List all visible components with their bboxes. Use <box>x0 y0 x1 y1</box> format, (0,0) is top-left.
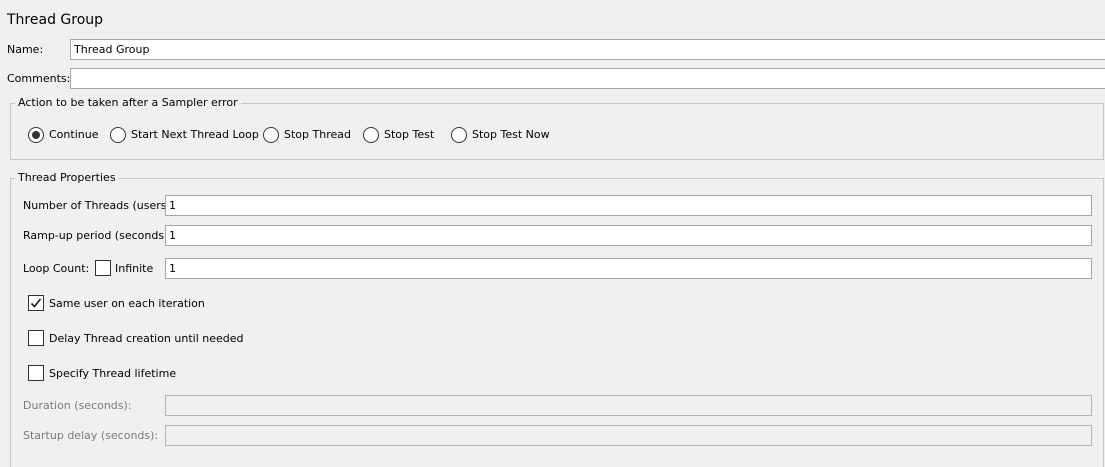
name-label: Name: <box>7 43 44 56</box>
start-next-thread-loop-radio[interactable] <box>110 127 126 143</box>
thread-group-panel: Thread Group Name: Thread Group Comments… <box>0 0 1105 467</box>
same-user-checkbox[interactable] <box>28 295 44 311</box>
thread-properties-legend: Thread Properties <box>15 171 119 185</box>
infinite-checkbox[interactable] <box>95 260 111 276</box>
specify-lifetime-checkbox[interactable] <box>28 365 44 381</box>
start-next-thread-loop-radio-label[interactable]: Start Next Thread Loop <box>131 128 259 142</box>
rampup-field[interactable]: 1 <box>165 225 1092 246</box>
loop-count-label: Loop Count: <box>23 262 90 275</box>
loop-count-field[interactable]: 1 <box>165 258 1092 279</box>
stop-test-now-radio[interactable] <box>451 127 467 143</box>
infinite-checkbox-label[interactable]: Infinite <box>115 262 153 276</box>
continue-radio-label[interactable]: Continue <box>49 128 98 142</box>
same-user-checkbox-label[interactable]: Same user on each iteration <box>49 297 205 311</box>
num-threads-field[interactable]: 1 <box>165 195 1092 216</box>
delay-creation-checkbox-label[interactable]: Delay Thread creation until needed <box>49 332 244 346</box>
startup-delay-field[interactable] <box>165 425 1092 446</box>
stop-test-now-radio-label[interactable]: Stop Test Now <box>472 128 550 142</box>
stop-thread-radio[interactable] <box>263 127 279 143</box>
duration-field[interactable] <box>165 395 1092 416</box>
comments-field[interactable] <box>70 68 1105 89</box>
name-field[interactable]: Thread Group <box>70 39 1105 60</box>
stop-test-radio[interactable] <box>363 127 379 143</box>
rampup-label: Ramp-up period (seconds): <box>23 229 173 242</box>
delay-creation-checkbox[interactable] <box>28 330 44 346</box>
checkmark-icon <box>30 298 42 308</box>
num-threads-label: Number of Threads (users): <box>23 199 175 212</box>
duration-label: Duration (seconds): <box>23 399 132 412</box>
thread-properties-group <box>10 178 1104 467</box>
continue-radio[interactable] <box>28 127 44 143</box>
startup-delay-label: Startup delay (seconds): <box>23 429 159 442</box>
stop-thread-radio-label[interactable]: Stop Thread <box>284 128 351 142</box>
sampler-error-legend: Action to be taken after a Sampler error <box>15 96 241 110</box>
comments-label: Comments: <box>7 72 71 85</box>
page-title: Thread Group <box>7 12 104 28</box>
stop-test-radio-label[interactable]: Stop Test <box>384 128 434 142</box>
specify-lifetime-checkbox-label[interactable]: Specify Thread lifetime <box>49 367 176 381</box>
